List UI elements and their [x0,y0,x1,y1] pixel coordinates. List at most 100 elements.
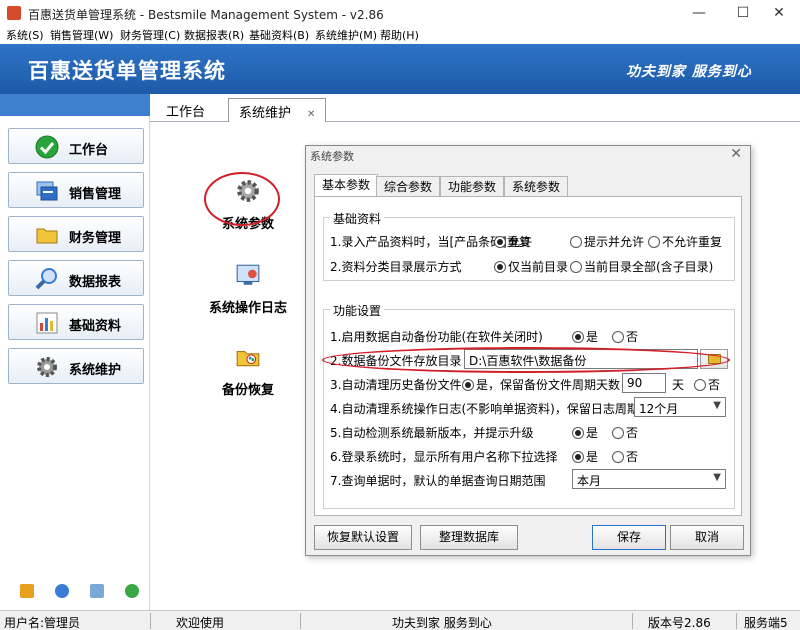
menu-system[interactable]: 系统(S) [6,27,44,43]
sidebar-item-maintenance[interactable]: 系统维护 [8,348,144,384]
save-button[interactable]: 保存 [592,525,666,550]
dialog-tab-system[interactable]: 系统参数 [504,176,569,196]
sidebar-item-basic-data[interactable]: 基础资料 [8,304,144,340]
query-range-label: 7.查询单据时，默认的单据查询日期范围 [330,474,546,488]
highlight-ellipse [204,172,280,226]
category-display-label: 2.资料分类目录展示方式 [330,260,462,274]
dialog-close-icon[interactable]: ✕ [730,146,742,162]
menu-sales[interactable]: 销售管理(W) [50,27,113,43]
clock-icon[interactable] [55,584,69,598]
key-icon[interactable] [20,584,34,598]
launcher-backup-restore[interactable]: 备份恢复 [198,344,298,398]
cancel-button[interactable]: 取消 [670,525,744,550]
login-dropdown-no[interactable]: 否 [612,448,638,465]
auto-clean-backup-yes[interactable]: 是，保留备份文件周期天数 [462,376,620,393]
sidebar-item-finance[interactable]: 财务管理 [8,216,144,252]
status-divider [150,613,151,629]
monitor-icon[interactable] [90,584,104,598]
backup-days-field[interactable]: 90 [622,373,666,393]
radio-dot [462,379,474,391]
tidy-database-button[interactable]: 整理数据库 [420,525,518,550]
radio-label: 当前目录全部(含子目录) [584,260,714,274]
palette-icon [236,351,260,367]
menu-bar: 系统(S) 销售管理(W) 财务管理(C) 数据报表(R) 基础资料(B) 系统… [0,26,800,44]
sidebar-header [0,94,150,116]
radio-label: 提示并允许 [584,235,645,249]
radio-dot [572,427,584,439]
select-value: 12个月 [639,402,679,416]
dialog-tab-function[interactable]: 功能参数 [440,176,505,196]
back-arrow-icon[interactable] [125,584,139,598]
auto-update-yes[interactable]: 是 [572,424,598,441]
dialog-tab-basic[interactable]: 基本参数 [314,174,379,196]
tab-maintenance[interactable]: 系统维护 ✕ [228,98,327,122]
radio-label: 否 [626,450,639,464]
windows-icon [36,181,58,201]
tab-label: 工作台 [166,105,206,120]
login-dropdown-yes[interactable]: 是 [572,448,598,465]
select-value: 本月 [577,474,602,488]
status-version: 版本号2.86 [648,616,711,630]
radio-dot [612,451,624,463]
app-icon [7,6,21,20]
magnifier-icon [35,268,57,290]
radio-current-dir[interactable]: 仅当前目录 [494,258,568,275]
status-bar: 用户名:管理员 欢迎使用 功夫到家 服务到心 版本号2.86 服务端5 [0,610,800,630]
menu-finance[interactable]: 财务管理(C) [120,27,180,43]
gear-icon [37,357,57,377]
dialog-tab-general[interactable]: 综合参数 [376,176,441,196]
radio-label: 不允许重复 [662,235,723,249]
auto-update-no[interactable]: 否 [612,424,638,441]
group-title: 功能设置 [330,302,385,319]
menu-reports[interactable]: 数据报表(R) [184,27,244,43]
status-welcome: 欢迎使用 [176,616,225,630]
tab-close-icon[interactable]: ✕ [307,109,315,120]
tab-label: 系统维护 [239,106,292,121]
sidebar-item-label: 基础资料 [69,319,122,334]
chart-icon [36,312,58,334]
sidebar-item-reports[interactable]: 数据报表 [8,260,144,296]
sidebar: 工作台 销售管理 财务管理 数据报表 基础资料 系统维护 [0,94,150,610]
menu-basic-data[interactable]: 基础资料(B) [249,27,309,43]
highlight-ellipse [322,347,730,373]
login-user-dropdown-label: 6.登录系统时，显示所有用户名称下拉选择 [330,450,558,464]
radio-dot [494,236,506,248]
sidebar-item-workbench[interactable]: 工作台 [8,128,144,164]
radio-label: 否 [626,426,639,440]
window-title: 百惠送货单管理系统 - Bestsmile Management System … [28,8,384,22]
close-button[interactable]: ✕ [756,0,800,26]
dialog-title: 系统参数 [310,150,354,163]
radio-dot [612,331,624,343]
query-range-select[interactable]: 本月 ▼ [572,469,726,489]
log-retention-select[interactable]: 12个月 ▼ [634,397,726,417]
radio-dot [570,236,582,248]
brand-title: 百惠送货单管理系统 [28,59,226,83]
brand-slogan: 功夫到家 服务到心 [626,64,752,80]
status-divider [632,613,633,629]
radio-allow[interactable]: 允许 [494,233,532,250]
radio-all-subdirs[interactable]: 当前目录全部(含子目录) [570,258,713,275]
sidebar-toolbar [0,580,150,604]
menu-maintenance[interactable]: 系统维护(M) [315,27,377,43]
status-divider [300,613,301,629]
header-banner: 百惠送货单管理系统 功夫到家 服务到心 [0,44,800,94]
radio-disallow[interactable]: 不允许重复 [648,233,722,250]
tab-workbench[interactable]: 工作台 [156,98,215,122]
sidebar-item-label: 工作台 [69,143,109,158]
auto-clean-backup-no[interactable]: 否 [694,376,720,393]
radio-dot [570,261,582,273]
tab-bar: 工作台 系统维护 ✕ [150,94,800,122]
status-user: 用户名:管理员 [4,616,81,630]
radio-label: 是 [586,426,599,440]
auto-backup-no[interactable]: 否 [612,328,638,345]
sidebar-item-sales[interactable]: 销售管理 [8,172,144,208]
radio-dot [612,427,624,439]
launcher-operation-log[interactable]: 系统操作日志 [198,262,298,316]
radio-prompt-allow[interactable]: 提示并允许 [570,233,644,250]
folder-icon [36,228,58,244]
restore-defaults-button[interactable]: 恢复默认设置 [314,525,412,550]
auto-backup-yes[interactable]: 是 [572,328,598,345]
minimize-button[interactable]: — [676,0,722,26]
menu-help[interactable]: 帮助(H) [380,27,419,43]
radio-label: 否 [708,378,721,392]
